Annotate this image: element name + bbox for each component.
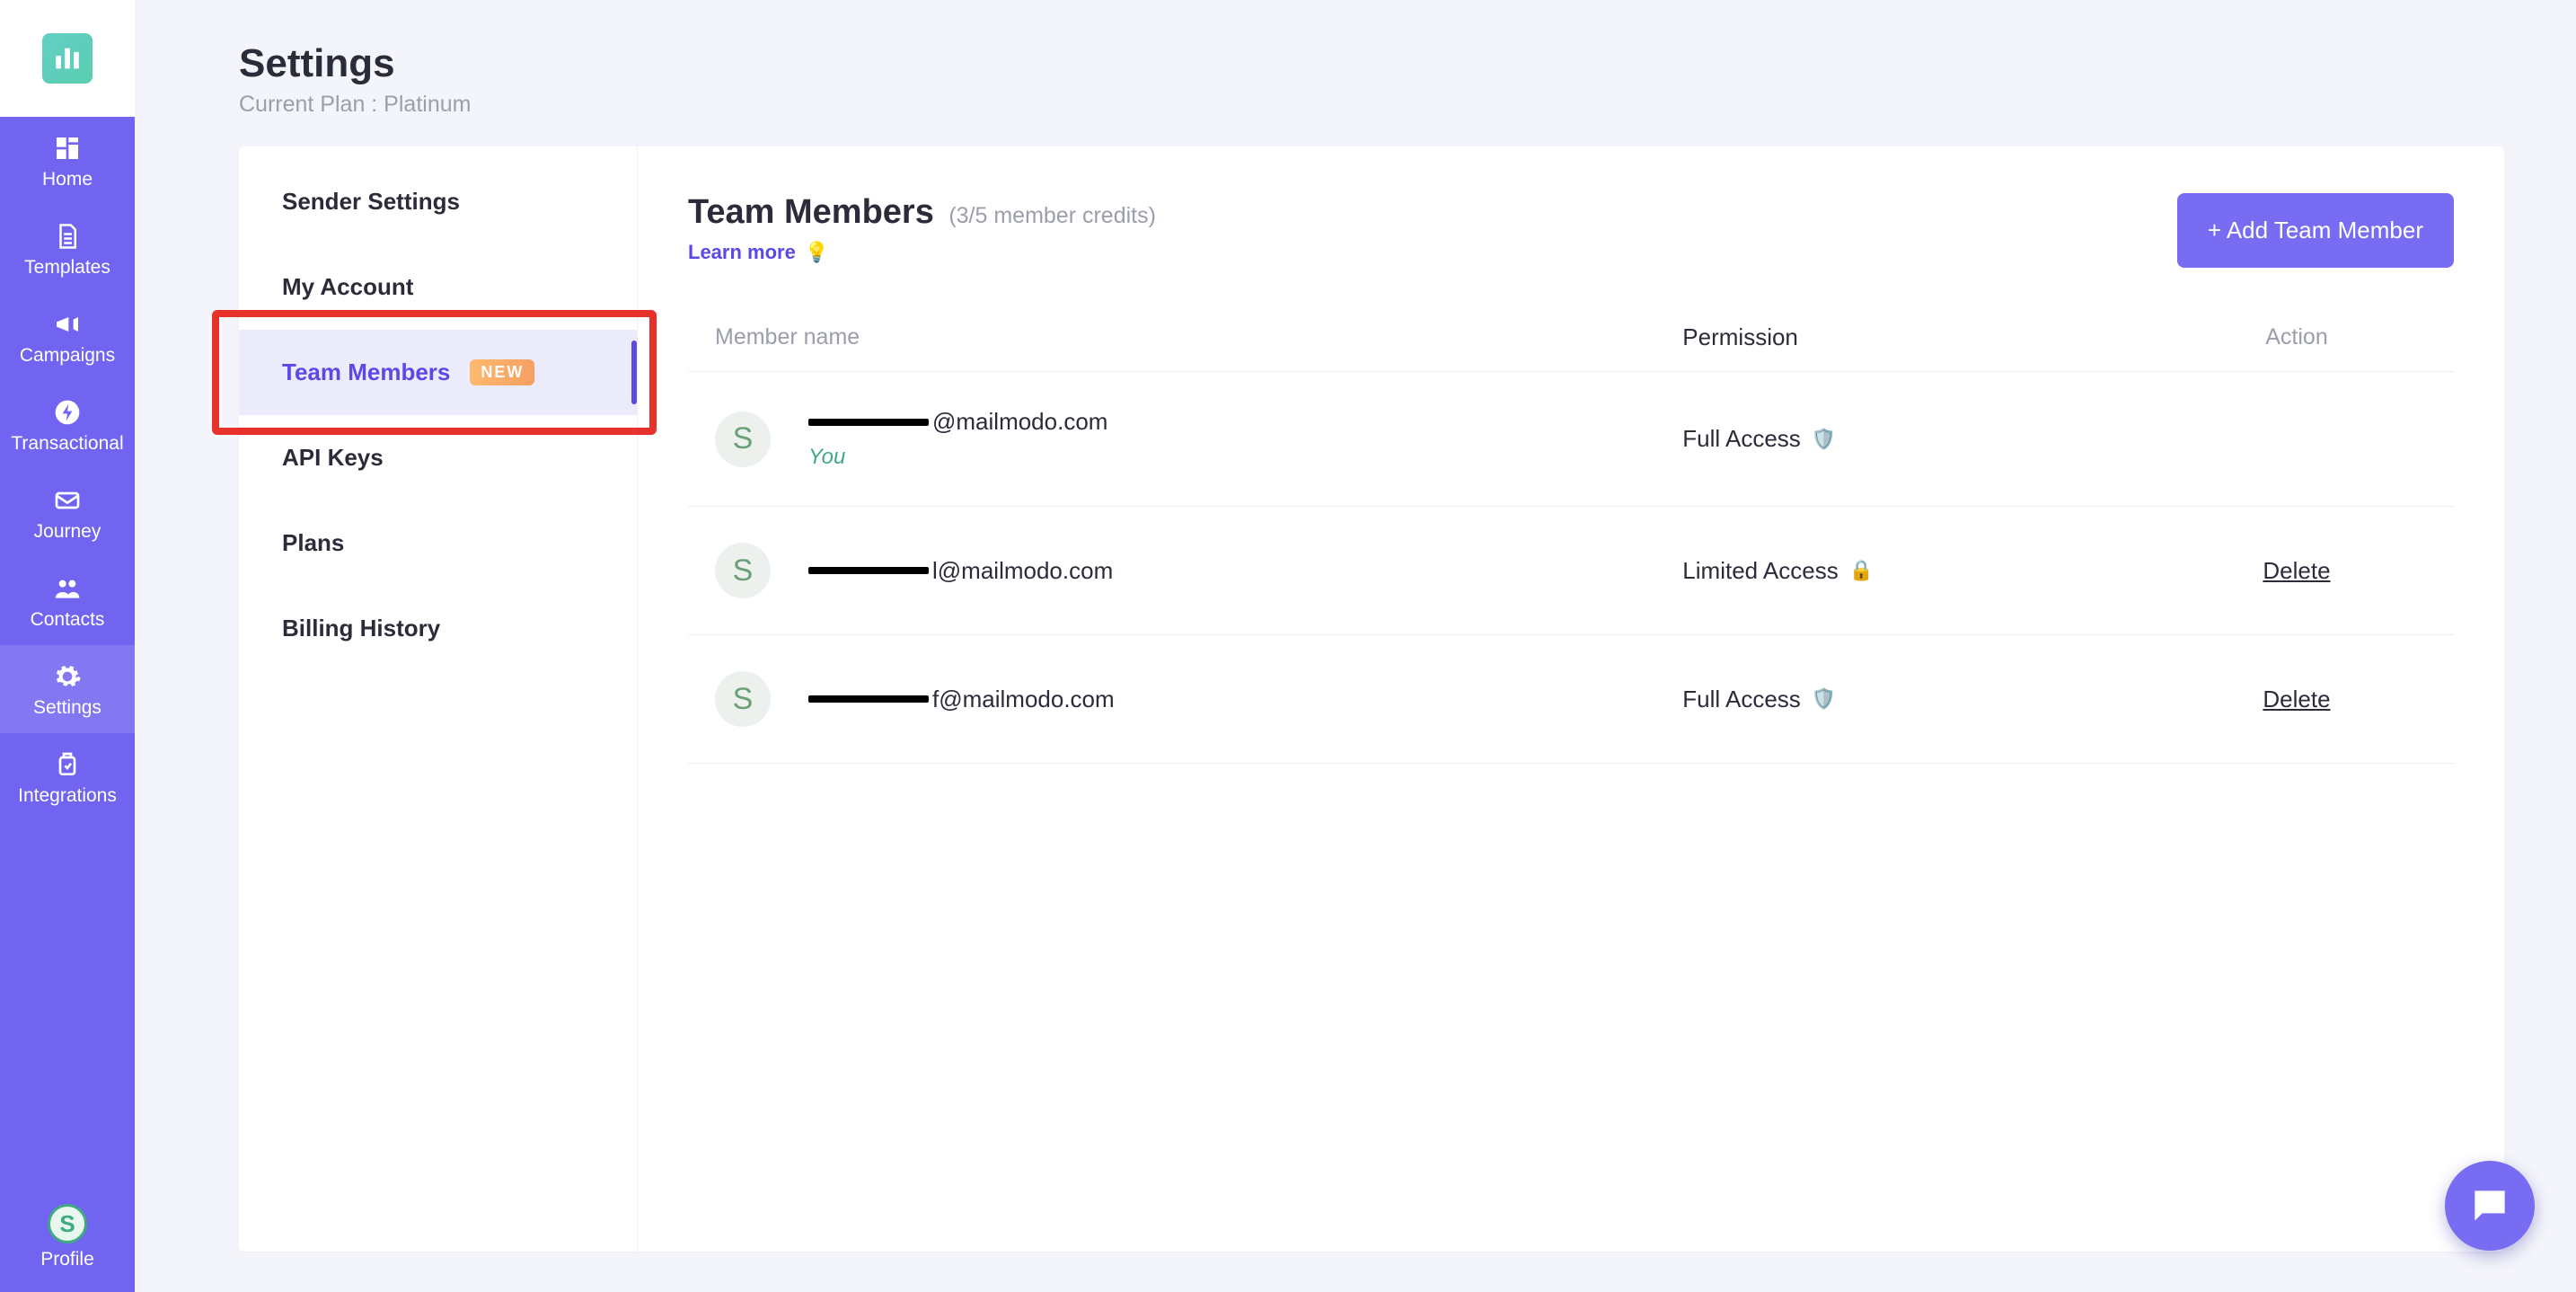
member-email: @mailmodo.com	[808, 408, 1107, 436]
col-header-action: Action	[2166, 324, 2427, 350]
sidebar-item-settings[interactable]: Settings	[0, 645, 135, 733]
col-header-name: Member name	[715, 324, 1682, 350]
app-logo[interactable]	[42, 33, 93, 84]
you-label: You	[808, 445, 1107, 470]
sidebar-item-label: Journey	[34, 521, 101, 543]
redacted-text	[808, 695, 929, 703]
email-suffix: l@mailmodo.com	[932, 557, 1113, 585]
pane-header: Team Members (3/5 member credits) Learn …	[688, 193, 2454, 268]
sidebar-profile[interactable]: S Profile	[40, 1188, 94, 1292]
member-permission: Full Access 🛡️	[1682, 425, 2166, 453]
mail-icon	[52, 485, 83, 516]
main-content: Settings Current Plan : Platinum Sender …	[135, 0, 2576, 1292]
table-row: S @mailmodo.com You Full Access 🛡️	[688, 372, 2454, 507]
learn-more-text: Learn more	[688, 241, 796, 264]
delete-button[interactable]: Delete	[2263, 686, 2330, 712]
file-icon	[52, 221, 83, 252]
subnav-item-label: API Keys	[282, 444, 384, 472]
subnav-plans[interactable]: Plans	[239, 500, 637, 586]
member-email: f@mailmodo.com	[808, 686, 1115, 713]
subnav-sender-settings[interactable]: Sender Settings	[239, 159, 637, 244]
sidebar-item-label: Settings	[33, 697, 101, 719]
sidebar-item-label: Campaigns	[20, 345, 115, 367]
subnav-api-keys[interactable]: API Keys	[239, 415, 637, 500]
lock-icon: 🔒	[1849, 559, 1874, 582]
sidebar-item-label: Integrations	[18, 785, 117, 807]
sidebar-item-label: Transactional	[11, 433, 123, 455]
chat-fab[interactable]	[2445, 1161, 2535, 1251]
sidebar-item-label: Contacts	[31, 609, 105, 631]
member-permission: Full Access 🛡️	[1682, 686, 2166, 713]
email-suffix: @mailmodo.com	[932, 408, 1107, 436]
sidebar-item-label: Templates	[24, 257, 110, 279]
sidebar-item-contacts[interactable]: Contacts	[0, 557, 135, 645]
settings-subnav: Sender Settings My Account Team Members …	[239, 146, 638, 1252]
subnav-item-label: Team Members	[282, 358, 450, 386]
profile-avatar: S	[48, 1204, 87, 1243]
subnav-item-label: My Account	[282, 273, 413, 301]
learn-more-link[interactable]: Learn more 💡	[688, 241, 1156, 264]
team-members-pane: Team Members (3/5 member credits) Learn …	[638, 146, 2504, 1252]
subnav-my-account[interactable]: My Account	[239, 244, 637, 330]
delete-button[interactable]: Delete	[2263, 557, 2330, 584]
table-header: Member name Permission Action	[688, 304, 2454, 372]
sidebar-item-label: Home	[42, 169, 93, 190]
redacted-text	[808, 419, 929, 426]
redacted-text	[808, 567, 929, 574]
home-icon	[52, 133, 83, 164]
member-avatar: S	[715, 671, 771, 727]
settings-panel: Sender Settings My Account Team Members …	[239, 146, 2504, 1252]
sidebar-item-templates[interactable]: Templates	[0, 205, 135, 293]
sidebar-item-campaigns[interactable]: Campaigns	[0, 293, 135, 381]
main-sidebar: Home Templates Campaigns Transactional J…	[0, 0, 135, 1292]
pane-title: Team Members	[688, 193, 934, 231]
logo-area	[0, 0, 135, 117]
col-header-permission: Permission	[1682, 323, 2166, 351]
shield-icon: 🛡️	[1812, 687, 1836, 711]
page-title: Settings	[239, 41, 2504, 86]
bars-icon	[52, 43, 83, 74]
sidebar-item-label: Profile	[40, 1249, 94, 1270]
subnav-item-label: Billing History	[282, 615, 440, 642]
sidebar-item-integrations[interactable]: Integrations	[0, 733, 135, 821]
sidebar-item-journey[interactable]: Journey	[0, 469, 135, 557]
megaphone-icon	[52, 309, 83, 340]
member-avatar: S	[715, 411, 771, 467]
member-permission: Limited Access 🔒	[1682, 557, 2166, 585]
table-row: S l@mailmodo.com Limited Access 🔒	[688, 507, 2454, 635]
new-badge: NEW	[470, 359, 534, 385]
sidebar-item-transactional[interactable]: Transactional	[0, 381, 135, 469]
chat-icon	[2467, 1183, 2512, 1228]
add-team-member-button[interactable]: + Add Team Member	[2177, 193, 2454, 268]
table-row: S f@mailmodo.com Full Access 🛡️	[688, 635, 2454, 764]
member-avatar: S	[715, 543, 771, 598]
subnav-team-members[interactable]: Team Members NEW	[239, 330, 637, 415]
integrations-icon	[52, 749, 83, 780]
gear-icon	[52, 661, 83, 692]
subnav-billing-history[interactable]: Billing History	[239, 586, 637, 671]
subnav-item-label: Sender Settings	[282, 188, 460, 216]
bulb-icon: 💡	[805, 241, 829, 264]
users-icon	[52, 573, 83, 604]
email-suffix: f@mailmodo.com	[932, 686, 1115, 713]
bolt-icon	[52, 397, 83, 428]
shield-icon: 🛡️	[1812, 428, 1836, 451]
team-table: Member name Permission Action S @mailmod…	[688, 304, 2454, 764]
sidebar-item-home[interactable]: Home	[0, 117, 135, 205]
member-credits: (3/5 member credits)	[948, 203, 1156, 228]
page-subtitle: Current Plan : Platinum	[239, 92, 2504, 118]
member-email: l@mailmodo.com	[808, 557, 1113, 585]
subnav-item-label: Plans	[282, 529, 344, 557]
